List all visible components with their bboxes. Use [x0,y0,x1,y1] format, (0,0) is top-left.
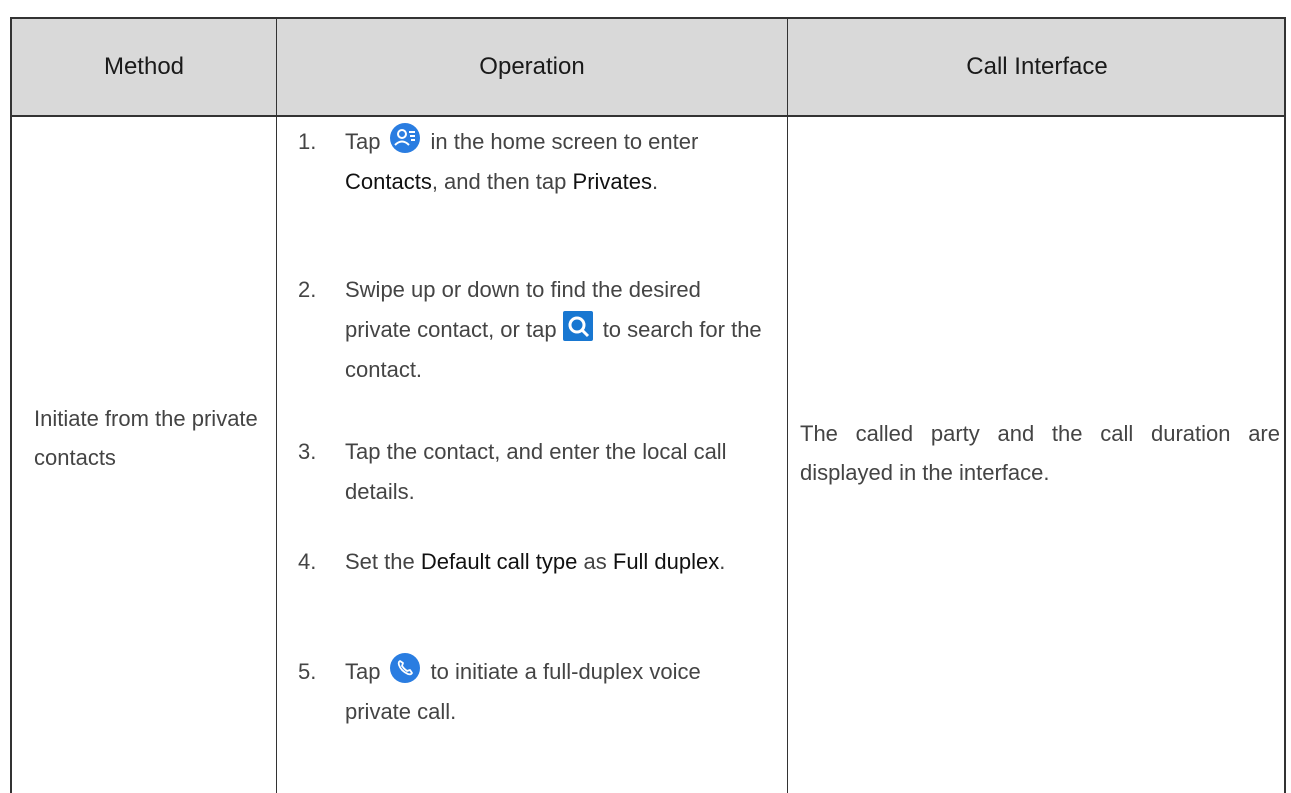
header-method: Method [103,53,185,80]
contacts-icon [390,123,421,153]
method-cell: Initiate from the private contacts [34,406,258,470]
operation-table: Method Operation Call Interface Initiate… [10,17,1286,793]
step-text: Tap [345,659,381,684]
step-text: as [583,549,607,574]
phone-icon [390,653,421,683]
step-number: 5. [298,659,317,684]
step-text: . [652,169,659,194]
call-interface-cell: The called party and the call duration a… [800,421,1280,485]
step-text: Tap the contact, and enter the local cal… [345,439,727,504]
keyword-contacts: Contacts [345,169,432,194]
step-text: Tap [345,129,381,154]
table-header-row: Method Operation Call Interface [12,19,1284,117]
header-call-interface: Call Interface [966,53,1108,80]
step-text: , and then tap [431,169,567,194]
keyword-privates: Privates [572,169,652,194]
keyword-full-duplex: Full duplex [612,549,720,574]
step-text: . [719,549,726,574]
keyword-default-call-type: Default call type [420,549,578,574]
step-number: 4. [298,549,317,574]
step-number: 3. [298,439,317,464]
step-number: 2. [298,277,317,302]
column-divider [276,19,277,793]
step-text: in the home screen to enter [430,129,699,154]
step-text: Set the [345,549,415,574]
step-number: 1. [298,129,317,154]
column-divider [787,19,788,793]
search-icon [562,311,593,341]
header-operation: Operation [479,53,585,80]
